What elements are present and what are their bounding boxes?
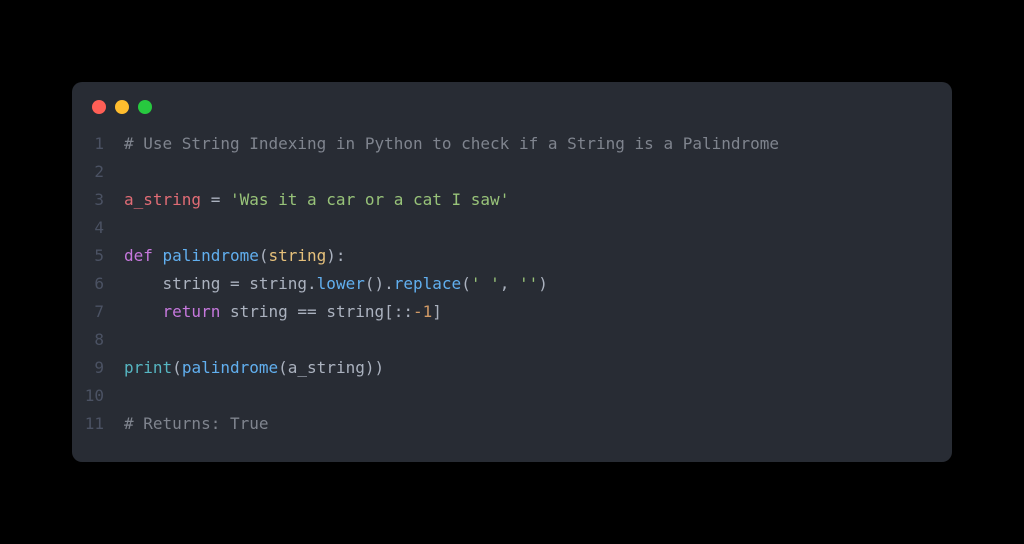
line-number: 3 bbox=[72, 186, 124, 214]
code-line: 10 bbox=[72, 382, 952, 410]
token: string bbox=[230, 302, 297, 321]
token: a_string bbox=[124, 190, 201, 209]
code-line: 9print(palindrome(a_string)) bbox=[72, 354, 952, 382]
code-line: 5def palindrome(string): bbox=[72, 242, 952, 270]
line-number: 2 bbox=[72, 158, 124, 186]
token: )) bbox=[365, 358, 384, 377]
line-number: 8 bbox=[72, 326, 124, 354]
line-content bbox=[124, 158, 134, 186]
token: lower bbox=[317, 274, 365, 293]
window-titlebar bbox=[72, 82, 952, 122]
line-content: def palindrome(string): bbox=[124, 242, 346, 270]
token: print bbox=[124, 358, 172, 377]
token: def bbox=[124, 246, 163, 265]
code-line: 6 string = string.lower().replace(' ', '… bbox=[72, 270, 952, 298]
token: = bbox=[201, 190, 230, 209]
token: = bbox=[230, 274, 249, 293]
token: 'Was it a car or a cat I saw' bbox=[230, 190, 509, 209]
line-number: 7 bbox=[72, 298, 124, 326]
token: ( bbox=[461, 274, 471, 293]
line-number: 5 bbox=[72, 242, 124, 270]
code-line: 7 return string == string[::-1] bbox=[72, 298, 952, 326]
code-line: 1# Use String Indexing in Python to chec… bbox=[72, 130, 952, 158]
token: ): bbox=[326, 246, 345, 265]
token: -1 bbox=[413, 302, 432, 321]
token: . bbox=[307, 274, 317, 293]
token: # Use String Indexing in Python to check… bbox=[124, 134, 779, 153]
code-line: 2 bbox=[72, 158, 952, 186]
token: replace bbox=[394, 274, 461, 293]
line-content: # Use String Indexing in Python to check… bbox=[124, 130, 779, 158]
token: , bbox=[500, 274, 519, 293]
line-content: # Returns: True bbox=[124, 410, 269, 438]
token: palindrome bbox=[182, 358, 278, 377]
token: [:: bbox=[384, 302, 413, 321]
token: # Returns: True bbox=[124, 414, 269, 433]
token: ( bbox=[278, 358, 288, 377]
maximize-icon[interactable] bbox=[138, 100, 152, 114]
token: (). bbox=[365, 274, 394, 293]
token: string bbox=[124, 274, 230, 293]
line-content: a_string = 'Was it a car or a cat I saw' bbox=[124, 186, 509, 214]
token: == bbox=[297, 302, 326, 321]
code-line: 4 bbox=[72, 214, 952, 242]
token: return bbox=[124, 302, 230, 321]
token: ( bbox=[172, 358, 182, 377]
line-number: 9 bbox=[72, 354, 124, 382]
token: ( bbox=[259, 246, 269, 265]
line-content bbox=[124, 214, 134, 242]
line-number: 1 bbox=[72, 130, 124, 158]
token: '' bbox=[519, 274, 538, 293]
line-content bbox=[124, 382, 134, 410]
token: ) bbox=[538, 274, 548, 293]
line-content bbox=[124, 326, 134, 354]
token: string bbox=[249, 274, 307, 293]
line-number: 11 bbox=[72, 410, 124, 438]
code-window: 1# Use String Indexing in Python to chec… bbox=[72, 82, 952, 462]
token: ' ' bbox=[471, 274, 500, 293]
line-number: 10 bbox=[72, 382, 124, 410]
token: ] bbox=[432, 302, 442, 321]
line-number: 6 bbox=[72, 270, 124, 298]
code-line: 11# Returns: True bbox=[72, 410, 952, 438]
minimize-icon[interactable] bbox=[115, 100, 129, 114]
line-number: 4 bbox=[72, 214, 124, 242]
token: string bbox=[326, 302, 384, 321]
line-content: print(palindrome(a_string)) bbox=[124, 354, 384, 382]
close-icon[interactable] bbox=[92, 100, 106, 114]
token: string bbox=[269, 246, 327, 265]
token: a_string bbox=[288, 358, 365, 377]
line-content: string = string.lower().replace(' ', '') bbox=[124, 270, 548, 298]
token: palindrome bbox=[163, 246, 259, 265]
code-line: 3a_string = 'Was it a car or a cat I saw… bbox=[72, 186, 952, 214]
line-content: return string == string[::-1] bbox=[124, 298, 442, 326]
code-line: 8 bbox=[72, 326, 952, 354]
code-block: 1# Use String Indexing in Python to chec… bbox=[72, 122, 952, 438]
